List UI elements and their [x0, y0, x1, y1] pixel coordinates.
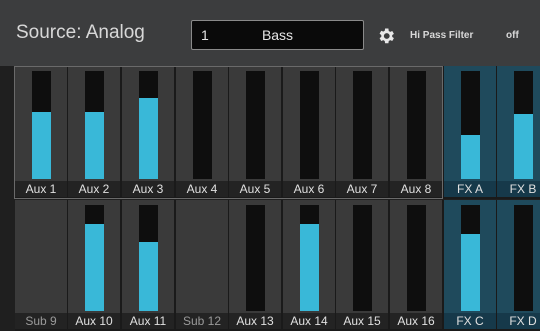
send-level-fill: [139, 98, 158, 179]
aux-send-label: Aux 5: [229, 181, 281, 197]
aux-send-label: Aux 13: [229, 313, 281, 329]
send-level-fill: [514, 114, 533, 179]
send-level-meter[interactable]: [461, 71, 480, 179]
aux-send-label: FX B: [497, 181, 540, 197]
aux-send-aux-6[interactable]: Aux 6: [283, 66, 337, 199]
aux-send-label: Aux 15: [336, 313, 388, 329]
send-level-fill: [85, 112, 104, 179]
aux-send-aux-2[interactable]: Aux 2: [68, 66, 122, 199]
send-level-fill: [139, 242, 158, 311]
aux-send-label: Aux 1: [15, 181, 67, 197]
send-level-fill: [461, 233, 480, 311]
hpf-value[interactable]: off: [506, 30, 519, 41]
aux-send-label: Aux 8: [390, 181, 442, 197]
aux-send-label: Aux 10: [68, 313, 120, 329]
aux-send-label: Aux 14: [283, 313, 335, 329]
aux-send-aux-1[interactable]: Aux 1: [15, 66, 69, 199]
aux-send-fx-a[interactable]: FX A: [444, 66, 498, 199]
send-level-fill: [32, 112, 51, 179]
channel-name: Bass: [261, 27, 294, 43]
send-level-meter[interactable]: [85, 205, 104, 311]
aux-send-aux-16[interactable]: Aux 16: [390, 200, 444, 331]
send-level-fill: [85, 224, 104, 311]
aux-send-aux-3[interactable]: Aux 3: [122, 66, 176, 199]
header-bar: Source: Analog 1 Bass Hi Pass Filter off: [0, 0, 540, 66]
send-level-fill: [300, 224, 319, 311]
aux-send-aux-8[interactable]: Aux 8: [390, 66, 444, 199]
aux-send-aux-14[interactable]: Aux 14: [283, 200, 337, 331]
send-level-meter[interactable]: [461, 205, 480, 311]
source-title[interactable]: Source: Analog: [16, 22, 145, 44]
aux-send-aux-5[interactable]: Aux 5: [229, 66, 283, 199]
aux-send-label: Aux 11: [122, 313, 174, 329]
aux-send-fx-b[interactable]: FX B: [497, 66, 540, 199]
aux-send-label: Sub 9: [15, 313, 67, 329]
aux-send-aux-4[interactable]: Aux 4: [176, 66, 230, 199]
send-level-meter[interactable]: [193, 71, 212, 179]
send-level-meter[interactable]: [514, 71, 533, 179]
aux-send-label: FX C: [444, 313, 496, 329]
aux-send-label: FX A: [444, 181, 496, 197]
aux-send-label: Aux 4: [176, 181, 228, 197]
aux-send-label: Aux 16: [390, 313, 442, 329]
send-level-meter[interactable]: [300, 71, 319, 179]
send-level-meter[interactable]: [85, 71, 104, 179]
send-level-meter[interactable]: [353, 205, 372, 311]
aux-send-sub-12[interactable]: Sub 12: [176, 200, 230, 331]
send-level-meter[interactable]: [514, 205, 533, 311]
send-level-meter[interactable]: [407, 71, 426, 179]
aux-send-aux-15[interactable]: Aux 15: [336, 200, 390, 331]
send-level-meter[interactable]: [32, 71, 51, 179]
send-level-meter[interactable]: [353, 71, 372, 179]
aux-send-label: Aux 2: [68, 181, 120, 197]
aux-send-sub-9[interactable]: Sub 9: [15, 200, 69, 331]
aux-send-aux-13[interactable]: Aux 13: [229, 200, 283, 331]
hpf-label: Hi Pass Filter: [410, 30, 474, 41]
aux-send-fx-d[interactable]: FX D: [497, 200, 540, 331]
aux-send-label: Aux 7: [336, 181, 388, 197]
aux-send-aux-11[interactable]: Aux 11: [122, 200, 176, 331]
aux-send-aux-10[interactable]: Aux 10: [68, 200, 122, 331]
aux-send-label: Aux 3: [122, 181, 174, 197]
gear-icon[interactable]: [376, 26, 396, 46]
aux-send-grid: Aux 1 Aux 2 Aux 3 Aux 4 Aux 5 Aux 6 Aux 7 Aux 8…: [0, 66, 540, 331]
send-level-meter[interactable]: [407, 205, 426, 311]
aux-send-aux-7[interactable]: Aux 7: [336, 66, 390, 199]
aux-send-label: Sub 12: [176, 313, 228, 329]
send-level-meter[interactable]: [300, 205, 319, 311]
aux-send-label: Aux 6: [283, 181, 335, 197]
aux-send-fx-c[interactable]: FX C: [444, 200, 498, 331]
send-level-meter[interactable]: [139, 71, 158, 179]
channel-name-field[interactable]: 1 Bass: [191, 20, 364, 50]
send-level-meter[interactable]: [246, 71, 265, 179]
send-level-meter[interactable]: [139, 205, 158, 311]
send-level-fill: [461, 134, 480, 179]
send-level-meter[interactable]: [246, 205, 265, 311]
aux-send-label: FX D: [497, 313, 540, 329]
